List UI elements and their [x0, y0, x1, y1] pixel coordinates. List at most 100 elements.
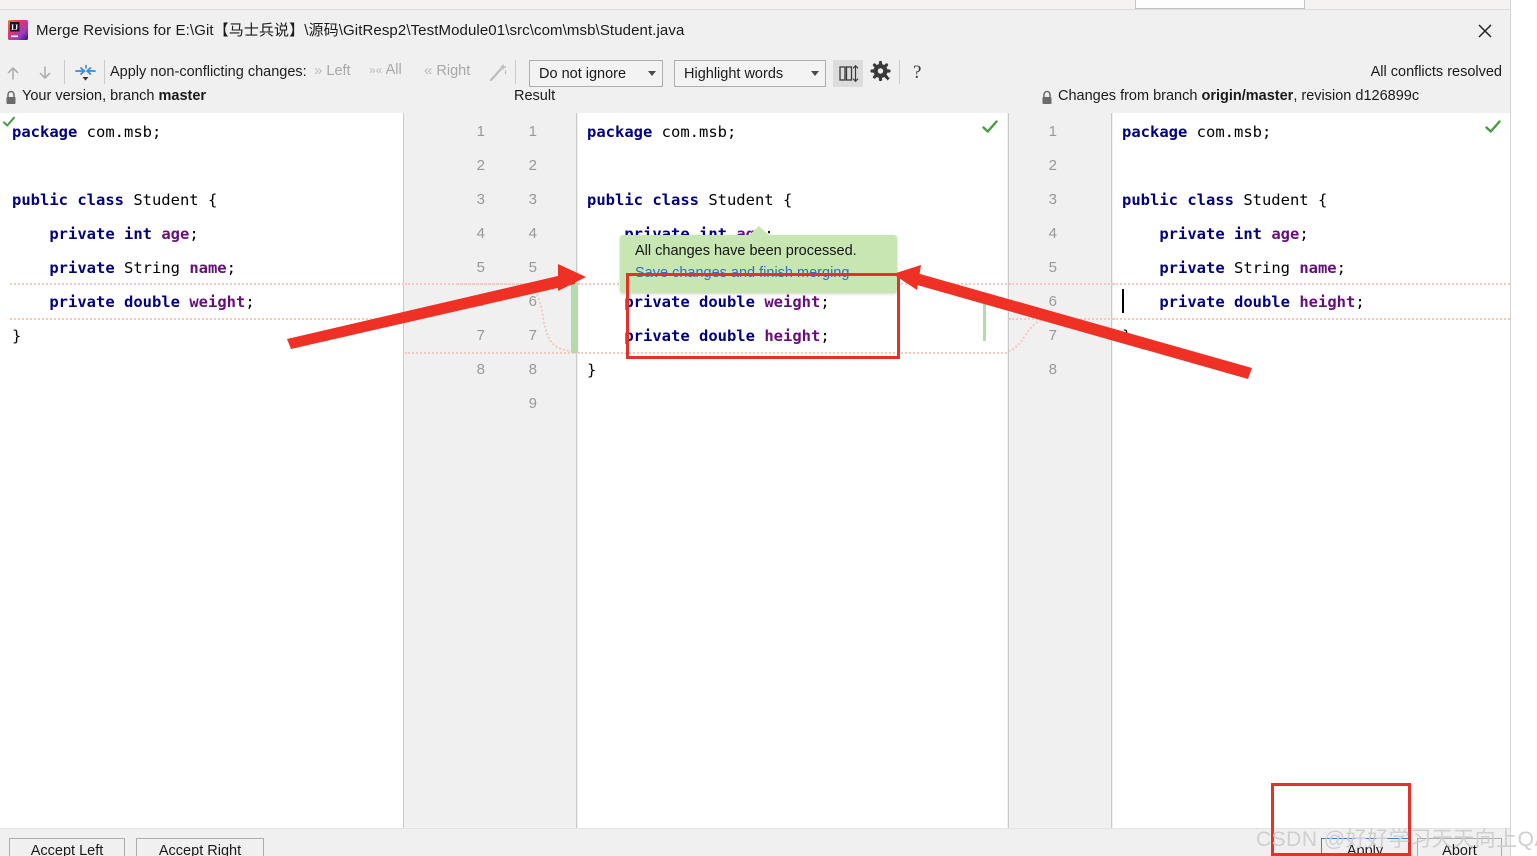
- accept-right-button[interactable]: Accept Right: [136, 838, 264, 856]
- arrow-up-icon[interactable]: [2, 62, 24, 89]
- apply-all-button[interactable]: »« All: [369, 62, 402, 84]
- conflicts-status: All conflicts resolved: [1370, 64, 1502, 80]
- ignore-policy-value: Do not ignore: [539, 65, 627, 82]
- ignore-policy-select[interactable]: Do not ignore: [529, 60, 663, 87]
- right-gutter: 12345678: [1008, 113, 1113, 828]
- code-line: }: [12, 319, 403, 353]
- code-token: age: [1271, 225, 1300, 243]
- highlight-policy-select[interactable]: Highlight words: [674, 60, 826, 87]
- code-token: private double: [1159, 293, 1290, 311]
- magic-wand-icon[interactable]: [487, 62, 509, 89]
- left-change-stripe-bottom: [10, 318, 404, 320]
- gutter-line-number: 5: [476, 259, 485, 276]
- code-token: public class: [1122, 191, 1234, 209]
- close-icon[interactable]: [1468, 18, 1502, 42]
- tooltip-message: All changes have been processed.: [635, 243, 857, 259]
- gutter-line-number: 4: [1048, 225, 1057, 242]
- apply-non-conflicting-icon[interactable]: [74, 62, 98, 89]
- center-change-stripe-bottom: [578, 352, 1007, 354]
- code-token: weight: [189, 293, 246, 311]
- gutter-line-number: 4: [476, 225, 485, 242]
- gear-icon[interactable]: [868, 60, 898, 87]
- code-token: ;: [820, 327, 830, 345]
- toolbar-separator-1: [64, 60, 65, 84]
- svg-text:IJ: IJ: [11, 23, 18, 32]
- chevron-down-icon: [811, 71, 819, 76]
- center-gutter: 12345678 123456789: [405, 113, 578, 828]
- lock-icon: [4, 90, 18, 111]
- gutter-line-number: 8: [476, 361, 485, 378]
- green-check-icon: [1484, 118, 1502, 141]
- chevron-double-both-icon: »«: [369, 63, 383, 77]
- code-token: ;: [1336, 259, 1346, 277]
- code-line: public class Student {: [12, 183, 403, 217]
- right-gutter-stripe-top: [1009, 283, 1113, 285]
- background-toolbar-fragment: [1135, 0, 1305, 9]
- center-editor-pane[interactable]: package com.msb; public class Student { …: [578, 113, 1007, 828]
- code-token: }: [12, 327, 22, 345]
- code-token: private double: [624, 327, 755, 345]
- help-icon[interactable]: ?: [913, 62, 921, 84]
- right-caption-branch: origin/master: [1201, 88, 1294, 104]
- gutter-line-number: 5: [528, 259, 537, 276]
- code-token: height: [1299, 293, 1356, 311]
- dialog-title: Merge Revisions for E:\Git【马士兵说】\源码\GitR…: [36, 22, 685, 39]
- code-token: private int: [49, 225, 152, 243]
- accept-left-button[interactable]: Accept Left: [9, 838, 125, 856]
- collapse-unchanged-icon[interactable]: [833, 60, 863, 87]
- arrow-down-icon[interactable]: [34, 62, 56, 89]
- screen-root: IJ Merge Revisions for E:\Git【马士兵说】\源码\G…: [0, 0, 1537, 856]
- center-gutter-connector: [457, 283, 576, 352]
- gutter-line-number: 8: [1048, 361, 1057, 378]
- tooltip-save-link[interactable]: Save changes and finish merging: [635, 265, 849, 281]
- code-token: }: [587, 361, 597, 379]
- code-token: package: [1122, 123, 1188, 141]
- code-token: private: [49, 259, 115, 277]
- code-line: private double weight;: [12, 285, 403, 319]
- code-line: private int age;: [12, 217, 403, 251]
- gutter-line-number: 6: [1048, 293, 1057, 310]
- code-token: public class: [587, 191, 699, 209]
- code-token: private double: [49, 293, 180, 311]
- center-gutter-change-marker: [571, 283, 578, 353]
- apply-left-button[interactable]: » Left: [314, 62, 351, 84]
- code-token: Student {: [1233, 191, 1328, 209]
- right-editor-pane[interactable]: package com.msb; public class Student { …: [1113, 113, 1510, 828]
- code-token: package: [587, 123, 653, 141]
- toolbar-separator-2: [104, 60, 105, 84]
- code-line: private String name;: [1122, 251, 1510, 285]
- gutter-line-number: 1: [528, 123, 537, 140]
- right-change-stripe-top: [1113, 283, 1510, 285]
- gutter-line-number: 2: [1048, 157, 1057, 174]
- left-editor-pane[interactable]: package com.msb; public class Student { …: [0, 113, 404, 828]
- code-token: com.msb;: [77, 123, 162, 141]
- lock-icon: [1040, 90, 1054, 111]
- center-pane-caption: Result: [514, 88, 556, 104]
- gutter-line-number: 3: [528, 191, 537, 208]
- gutter-line-number: 3: [1048, 191, 1057, 208]
- code-line: private double height;: [1122, 285, 1510, 319]
- left-pane-caption: Your version, branch master: [22, 88, 206, 104]
- gutter-line-number: 3: [476, 191, 485, 208]
- code-line: package com.msb;: [1122, 115, 1510, 149]
- gutter-line-number: 4: [528, 225, 537, 242]
- code-token: ;: [226, 259, 236, 277]
- code-token: private double: [624, 293, 755, 311]
- apply-right-button[interactable]: « Right: [424, 62, 470, 84]
- chevron-down-icon: [648, 71, 656, 76]
- code-line: private String name;: [12, 251, 403, 285]
- toolbar-separator-3: [515, 60, 516, 84]
- code-line: private double height;: [587, 319, 1007, 353]
